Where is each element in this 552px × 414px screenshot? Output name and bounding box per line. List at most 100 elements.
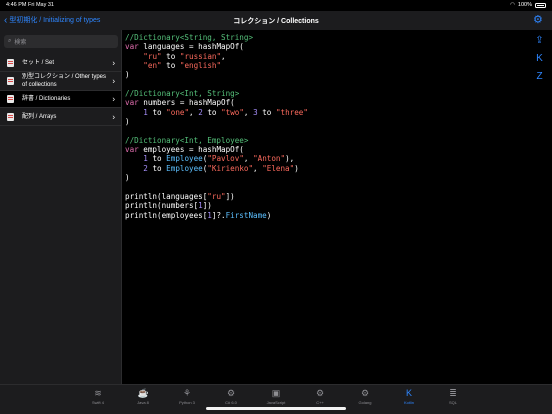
code-token: var [125, 145, 139, 155]
sidebar-item[interactable]: 配列 / Arrays › [0, 108, 121, 126]
code-token: println(languages[ [125, 191, 208, 201]
sidebar-item[interactable]: セット / Set › [0, 54, 121, 72]
code-token: employees = hashMapOf( [138, 145, 244, 155]
code-token: to [202, 107, 222, 117]
code-token: numbers = hashMapOf( [138, 98, 235, 108]
code-line: var languages = hashMapOf( [125, 42, 308, 51]
search-placeholder: 検索 [14, 40, 27, 46]
code-line: println(numbers[1]) [125, 201, 308, 210]
code-text[interactable]: //Dictionary<String, String> var language… [125, 33, 308, 220]
tab-java-8[interactable]: ☕ Java 8 [123, 388, 163, 408]
code-token: ) [294, 163, 299, 173]
tab-c-[interactable]: ⚙ C++ [300, 388, 340, 408]
code-line: "ru" to "russian", [125, 52, 308, 61]
kotlin-icon[interactable]: K [534, 53, 545, 64]
csharp-icon: ⚙ [226, 388, 236, 398]
code-token: , [189, 107, 199, 117]
code-line: 1 to "one", 2 to "two", 3 to "three" [125, 108, 308, 117]
sidebar-item[interactable]: 別型コレクション / Other types of collections › [0, 72, 121, 91]
code-token: to [257, 107, 276, 117]
tab-swift-4[interactable]: ≋ Swift 4 [78, 388, 118, 408]
code-token: println(numbers[ [125, 201, 199, 211]
code-token: "Kirienko" [207, 163, 254, 173]
code-line: ) [125, 117, 308, 126]
code-line: //Dictionary<String, String> [125, 33, 308, 42]
java-icon: ☕ [137, 388, 149, 398]
tab-label: C++ [316, 400, 324, 405]
tab-javascript[interactable]: ▣ JavaScript [256, 388, 296, 408]
code-line: ) [125, 70, 308, 79]
tab-label: Java 8 [137, 400, 149, 405]
wifi-icon: ◠ [510, 2, 515, 8]
sort-icon[interactable]: Z [534, 71, 545, 82]
tab-label: SQL [448, 400, 457, 405]
code-token: "ru" [207, 191, 226, 201]
code-token: , [243, 107, 254, 117]
code-token: //Dictionary<Int, String> [125, 89, 240, 99]
code-token: ) [125, 117, 130, 127]
code-line: println(languages["ru"]) [125, 192, 308, 201]
gear-icon[interactable]: ⚙ [533, 14, 545, 26]
code-token: ]) [202, 201, 212, 211]
search-input[interactable]: ⌕ 検索 [4, 35, 118, 48]
code-line: var employees = hashMapOf( [125, 145, 308, 154]
tab-label: Swift 4 [91, 400, 104, 405]
tab-c-6-0[interactable]: ⚙ C# 6.0 [211, 388, 251, 408]
sidebar-item-label: 配列 / Arrays [22, 113, 57, 120]
tab-kotlin[interactable]: K Kotlin [389, 388, 429, 408]
cpp-icon: ⚙ [315, 388, 325, 398]
code-token: println(employees[ [125, 210, 208, 220]
chevron-right-icon: › [112, 58, 115, 67]
code-token: var [125, 98, 139, 108]
sidebar-item-label: セット / Set [22, 59, 55, 66]
code-token: "Anton" [253, 154, 286, 164]
code-line: println(employees[1]?.FirstName) [125, 211, 308, 220]
sidebar-menu: セット / Set › 別型コレクション / Other types of coll… [0, 54, 121, 126]
code-token: ) [125, 173, 130, 183]
code-token: var [125, 42, 139, 52]
code-line: //Dictionary<Int, String> [125, 89, 308, 98]
tab-golang[interactable]: ⚙ Golang [345, 388, 385, 408]
tab-sql[interactable]: ≣ SQL [433, 388, 473, 408]
code-token: "one" [166, 107, 190, 117]
code-line: "en" to "english" [125, 61, 308, 70]
document-icon [7, 95, 14, 103]
code-line: ) [125, 173, 308, 182]
battery-icon [535, 2, 546, 8]
code-token: to [161, 61, 180, 71]
code-token: //Dictionary<Int, Employee> [125, 135, 249, 145]
code-token: , [253, 163, 263, 173]
code-token: to [147, 163, 167, 173]
code-editor[interactable]: //Dictionary<String, String> var language… [123, 30, 527, 384]
code-token: "ru" [143, 51, 162, 61]
code-token: "russian" [179, 51, 222, 61]
status-time: 4:46 PM Fri May 31 [6, 2, 54, 8]
javascript-icon: ▣ [271, 388, 281, 398]
code-line: var numbers = hashMapOf( [125, 98, 308, 107]
code-token: to [147, 107, 167, 117]
navigation-bar: ‹ 型初期化 / Initializing of types コレクション / … [0, 11, 552, 30]
code-token: //Dictionary<String, String> [125, 33, 254, 42]
sidebar-item-label: 別型コレクション / Other types of collections [22, 74, 107, 88]
sql-icon: ≣ [449, 388, 457, 398]
chevron-right-icon: › [112, 112, 115, 121]
document-icon [7, 112, 14, 121]
code-token: ) [266, 210, 272, 220]
search-icon: ⌕ [8, 38, 12, 44]
code-token: languages = hashMapOf( [138, 42, 244, 52]
home-indicator [206, 407, 346, 410]
tab-label: C# 6.0 [225, 400, 237, 405]
code-token: ]?. [211, 210, 226, 220]
tab-label: Golang [358, 400, 372, 405]
code-token: "two" [221, 107, 244, 117]
sidebar-item[interactable]: 辞書 / Dictionaries › [0, 91, 121, 108]
tab-python-3[interactable]: ⚘ Python 3 [167, 388, 207, 408]
code-token: FirstName [225, 210, 267, 220]
share-icon[interactable]: ⇪ [534, 35, 545, 46]
kotlin-icon: K [405, 388, 412, 398]
